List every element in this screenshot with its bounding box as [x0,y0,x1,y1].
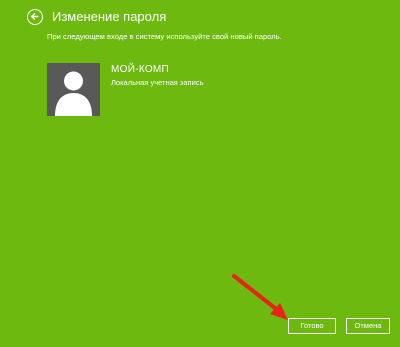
avatar [47,63,100,116]
back-button[interactable] [27,9,43,25]
instruction-text: При следующем входе в систему используйт… [47,32,282,41]
account-name: МОЙ-КОМП [111,64,170,75]
account-type: Локальная учетная запись [111,78,204,87]
page-title: Изменение пароля [52,9,167,24]
user-silhouette-icon [55,71,92,116]
cancel-button[interactable]: Отмена [346,318,390,334]
done-button[interactable]: Готово [288,318,336,334]
password-change-screen: Изменение пароля При следующем входе в с… [0,0,400,347]
back-arrow-icon [30,12,39,21]
